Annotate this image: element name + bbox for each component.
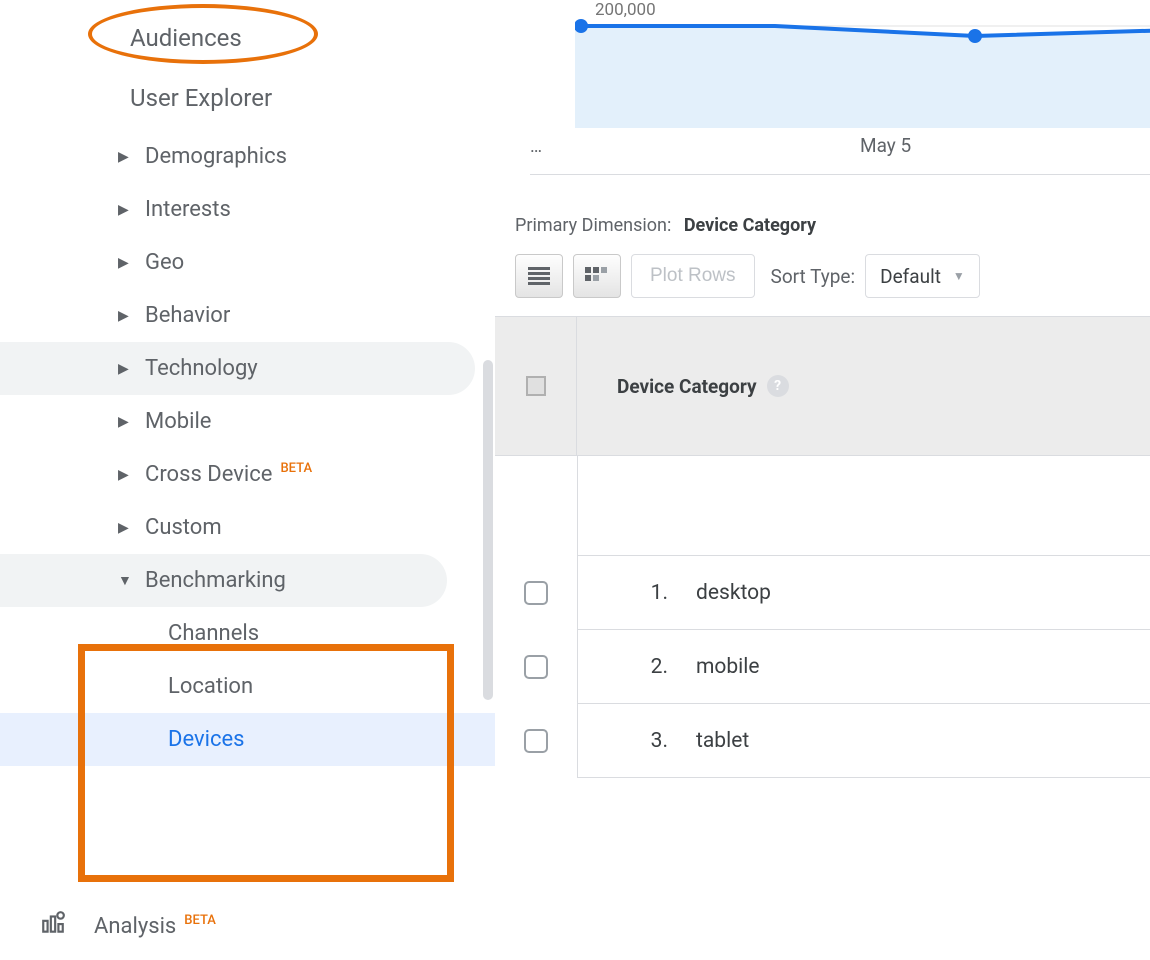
- main-content: 200,000 … May 5 Primary Dimension: Devic…: [495, 0, 1150, 960]
- sidebar-item-custom[interactable]: ▶ Custom: [0, 501, 495, 554]
- sidebar-item-label: Demographics: [145, 144, 287, 169]
- sidebar-item-label: Benchmarking: [145, 568, 286, 593]
- caret-right-icon: ▶: [118, 149, 129, 165]
- data-table: Device Category ? 1. desktop 2. mobi: [495, 316, 1150, 778]
- sidebar-item-label: Analysis: [94, 914, 176, 939]
- caret-right-icon: ▶: [118, 308, 129, 324]
- sidebar-item-audiences[interactable]: Audiences: [0, 10, 495, 66]
- sidebar-item-label: User Explorer: [130, 84, 272, 112]
- select-all-checkbox[interactable]: [526, 376, 546, 396]
- sidebar-item-label: Devices: [168, 727, 245, 752]
- caret-right-icon: ▶: [118, 202, 129, 218]
- row-checkbox[interactable]: [524, 655, 548, 679]
- sidebar-item-label: Location: [168, 674, 253, 699]
- caret-down-icon: ▼: [118, 572, 132, 589]
- analysis-icon: [40, 910, 66, 942]
- sidebar-item-label: Channels: [168, 621, 259, 646]
- table-row: 2. mobile: [495, 630, 1150, 704]
- row-index: 2.: [618, 655, 668, 679]
- primary-dimension-value[interactable]: Device Category: [684, 215, 816, 236]
- sidebar-item-interests[interactable]: ▶ Interests: [0, 183, 495, 236]
- caret-right-icon: ▶: [118, 414, 129, 430]
- sort-type-value: Default: [880, 265, 941, 288]
- toolbar: Plot Rows Sort Type: Default ▼: [515, 254, 1150, 298]
- sidebar-subitem-devices[interactable]: Devices: [0, 713, 495, 766]
- x-axis-ellipsis: …: [530, 136, 542, 157]
- table-row: 3. tablet: [495, 704, 1150, 778]
- primary-dimension-row: Primary Dimension: Device Category: [495, 215, 1150, 236]
- caret-right-icon: ▶: [118, 255, 129, 271]
- grid-icon: [585, 267, 609, 285]
- sidebar-item-label: Cross Device: [145, 462, 272, 487]
- beta-badge: BETA: [184, 913, 216, 928]
- row-index: 1.: [618, 581, 668, 605]
- caret-right-icon: ▶: [118, 520, 129, 536]
- sort-type-select[interactable]: Default ▼: [865, 254, 980, 298]
- sidebar-item-geo[interactable]: ▶ Geo: [0, 236, 495, 289]
- primary-dimension-label: Primary Dimension:: [515, 215, 671, 236]
- sidebar: Audiences User Explorer ▶ Demographics ▶…: [0, 0, 495, 960]
- sidebar-item-cross-device[interactable]: ▶ Cross Device BETA: [0, 448, 495, 501]
- sidebar-item-mobile[interactable]: ▶ Mobile: [0, 395, 495, 448]
- sidebar-subitem-channels[interactable]: Channels: [0, 607, 495, 660]
- sort-type-label: Sort Type:: [771, 265, 856, 288]
- row-checkbox[interactable]: [524, 729, 548, 753]
- row-value[interactable]: desktop: [696, 581, 771, 605]
- plot-rows-button[interactable]: Plot Rows: [631, 254, 755, 298]
- help-icon[interactable]: ?: [767, 375, 789, 397]
- chart: 200,000 … May 5: [515, 0, 1150, 175]
- column-header-label: Device Category: [617, 375, 757, 398]
- sidebar-item-label: Interests: [145, 197, 231, 222]
- column-header-device-category[interactable]: Device Category ?: [577, 317, 1150, 455]
- sidebar-item-label: Geo: [145, 250, 184, 275]
- sidebar-subitem-location[interactable]: Location: [0, 660, 495, 713]
- sidebar-item-label: Mobile: [145, 409, 211, 434]
- beta-badge: BETA: [280, 461, 312, 476]
- sidebar-item-user-explorer[interactable]: User Explorer: [0, 66, 495, 130]
- sidebar-item-label: Technology: [145, 356, 258, 381]
- sidebar-item-label: Audiences: [130, 24, 242, 52]
- sidebar-item-benchmarking[interactable]: ▼ Benchmarking: [0, 554, 447, 607]
- select-all-cell: [495, 317, 577, 455]
- view-list-button[interactable]: [515, 254, 563, 298]
- caret-right-icon: ▶: [118, 467, 129, 483]
- table-spacer: [495, 456, 1150, 556]
- row-index: 3.: [618, 729, 668, 753]
- table-row: 1. desktop: [495, 556, 1150, 630]
- row-value[interactable]: mobile: [696, 655, 760, 679]
- sidebar-item-label: Behavior: [145, 303, 230, 328]
- row-value[interactable]: tablet: [696, 729, 749, 753]
- sidebar-item-behavior[interactable]: ▶ Behavior: [0, 289, 495, 342]
- chevron-down-icon: ▼: [953, 269, 965, 283]
- sidebar-item-analysis[interactable]: Analysis BETA: [40, 910, 216, 942]
- sidebar-item-demographics[interactable]: ▶ Demographics: [0, 130, 495, 183]
- scrollbar[interactable]: [483, 360, 493, 700]
- list-icon: [528, 267, 550, 285]
- row-checkbox[interactable]: [524, 581, 548, 605]
- caret-right-icon: ▶: [118, 361, 129, 377]
- chart-line: [575, 8, 1150, 128]
- chart-divider: [530, 174, 1150, 175]
- sidebar-item-technology[interactable]: ▶ Technology: [0, 342, 475, 395]
- sidebar-item-label: Custom: [145, 515, 222, 540]
- table-header: Device Category ?: [495, 316, 1150, 456]
- view-grid-button[interactable]: [573, 254, 621, 298]
- x-axis-label: May 5: [860, 134, 911, 157]
